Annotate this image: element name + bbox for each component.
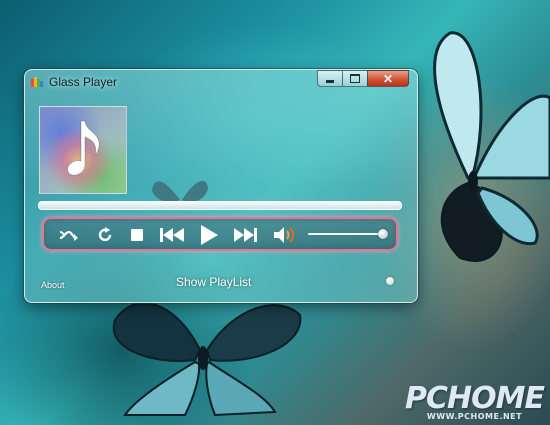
seek-bar[interactable] xyxy=(38,201,402,210)
stop-icon xyxy=(131,229,143,241)
minimize-button[interactable] xyxy=(317,70,342,87)
previous-button[interactable] xyxy=(158,225,186,245)
repeat-icon xyxy=(98,227,112,242)
previous-icon xyxy=(160,228,184,242)
shuffle-icon xyxy=(59,230,78,241)
minimize-icon xyxy=(326,79,334,83)
volume-slider-knob[interactable] xyxy=(378,229,388,239)
transport-controls xyxy=(42,217,398,251)
next-icon xyxy=(234,228,257,242)
music-note-icon xyxy=(67,120,100,176)
butterfly-image xyxy=(433,31,550,262)
watermark-logo: PCHOME xyxy=(405,381,545,416)
player-window: Glass Player ✕ About Show PlayList xyxy=(24,69,418,303)
play-button[interactable] xyxy=(198,222,220,248)
play-icon xyxy=(201,225,218,245)
mute-button[interactable] xyxy=(272,225,296,245)
maximize-icon xyxy=(350,74,360,83)
album-art xyxy=(39,106,127,194)
app-logo-icon xyxy=(31,77,43,87)
volume-icon xyxy=(274,227,294,243)
close-button[interactable]: ✕ xyxy=(367,70,409,87)
window-toggle-dot[interactable] xyxy=(386,277,394,285)
shuffle-button[interactable] xyxy=(58,225,80,245)
stop-button[interactable] xyxy=(128,225,146,245)
watermark: PCHOME WWW.PCHOME.NET xyxy=(405,381,545,421)
title-bar[interactable]: Glass Player ✕ xyxy=(25,70,417,94)
repeat-button[interactable] xyxy=(96,225,114,245)
about-link[interactable]: About xyxy=(41,280,65,290)
window-controls: ✕ xyxy=(317,70,409,87)
volume-slider-track[interactable] xyxy=(308,233,384,235)
show-playlist-button[interactable]: Show PlayList xyxy=(176,275,251,289)
next-button[interactable] xyxy=(232,225,260,245)
butterfly-image xyxy=(112,302,302,417)
maximize-button[interactable] xyxy=(342,70,367,87)
window-title: Glass Player xyxy=(49,75,118,89)
close-icon: ✕ xyxy=(382,71,394,86)
